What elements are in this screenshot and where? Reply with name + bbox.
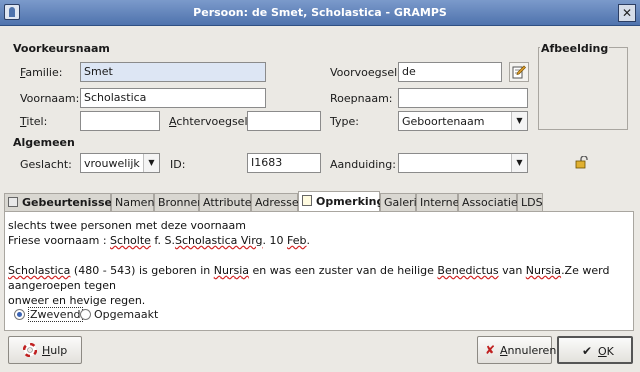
cancel-label: Annuleren [500, 344, 557, 357]
radio-selected-icon [14, 309, 25, 320]
note-text-run: Nursia [525, 264, 562, 277]
marker-label: Aanduiding: [330, 158, 396, 171]
chevron-down-icon[interactable]: ▼ [143, 154, 159, 172]
title-label-rest: itel: [26, 115, 48, 128]
note-text-run: Nursia [213, 264, 250, 277]
id-label: ID: [170, 158, 186, 171]
image-heading: Afbeelding [540, 42, 610, 55]
call-name-label: Roepnaam: [330, 92, 393, 105]
tab-associations[interactable]: Associaties [458, 193, 523, 211]
note-line-3: Scholastica (480 - 543) is geboren in Nu… [8, 263, 628, 293]
tab-bar: Gebeurtenissen Namen Bronnen Attributen … [4, 191, 634, 213]
tab-events-label: Gebeurtenissen [22, 196, 120, 209]
suffix-label-rest: chtervoegsel: [176, 115, 252, 128]
note-text-run: . [306, 234, 311, 247]
type-label: Type: [330, 115, 359, 128]
suffix-input[interactable] [247, 111, 321, 131]
tab-addresses[interactable]: Adressen [251, 193, 306, 211]
ok-label-rest: K [606, 345, 614, 358]
tab-names[interactable]: Namen [111, 193, 154, 211]
tab-gallery[interactable]: Galerij [380, 193, 420, 211]
note-text-run: en was een zuster van de heilige [249, 264, 438, 277]
help-label: Hulp [42, 344, 68, 357]
call-name-input[interactable] [398, 88, 528, 108]
edit-icon [512, 65, 526, 79]
image-frame[interactable] [538, 47, 628, 130]
window-title: Persoon: de Smet, Scholastica - GRAMPS [193, 6, 447, 19]
title-label: Titel: [20, 115, 48, 128]
cancel-label-rest: nnuleren [507, 344, 557, 357]
note-line-1: slechts twee personen met deze voornaam [8, 219, 246, 232]
given-label: Voornaam: [20, 92, 80, 105]
note-text-run: (480 - 543) is geboren in [70, 264, 214, 277]
note-text-run: Friese voornaam : [8, 234, 111, 247]
id-input[interactable]: I1683 [247, 153, 321, 173]
close-button[interactable]: ✕ [618, 4, 636, 22]
gender-combo[interactable]: vrouwelijk ▼ [80, 153, 160, 173]
radio-unselected-icon [80, 309, 91, 320]
note-line-4: onweer en hevige regen. [8, 294, 146, 307]
lifebuoy-icon [23, 343, 37, 357]
tab-events[interactable]: Gebeurtenissen [4, 193, 120, 211]
note-text-run: Scholastica Virg [174, 234, 263, 247]
tab-note-label: Opmerking [316, 195, 385, 208]
note-text-run: . 10 [262, 234, 288, 247]
tab-lds[interactable]: LDS [517, 193, 543, 211]
note-text-run: f. S. [150, 234, 175, 247]
prefix-label: Voorvoegsel: [330, 66, 401, 79]
events-tab-icon [8, 197, 18, 207]
ok-button[interactable]: ✔ OK [557, 336, 633, 364]
preferred-name-heading: Voorkeursnaam [13, 42, 110, 55]
tab-internet[interactable]: Internet [416, 193, 464, 211]
chevron-down-icon[interactable]: ▼ [511, 112, 527, 130]
title-input[interactable] [80, 111, 160, 131]
given-input[interactable]: Scholastica [80, 88, 266, 108]
gender-value: vrouwelijk [84, 157, 140, 170]
marker-combo[interactable]: ▼ [398, 153, 528, 173]
note-text[interactable]: slechts twee personen met deze voornaam … [8, 218, 628, 308]
gender-label: Geslacht: [20, 158, 72, 171]
cancel-icon: ✘ [485, 343, 496, 357]
ok-label: OK [598, 345, 614, 358]
tab-sources[interactable]: Bronnen [154, 193, 204, 211]
name-type-value: Geboortenaam [402, 115, 485, 128]
family-label-rest: amilie: [25, 66, 63, 79]
note-blank-line [8, 248, 628, 263]
note-text-run: Feb [287, 234, 307, 247]
cancel-button[interactable]: ✘ Annuleren [477, 336, 556, 364]
note-text-run: Scholastica [8, 264, 71, 277]
chevron-down-icon[interactable]: ▼ [511, 154, 527, 172]
name-type-combo[interactable]: Geboortenaam ▼ [398, 111, 528, 131]
tab-note[interactable]: Opmerking [298, 191, 384, 213]
flowed-radio-label: Zwevend [28, 307, 83, 322]
note-text-run: Benedictus [437, 264, 499, 277]
note-text-run: van [498, 264, 526, 277]
privacy-lock-icon[interactable] [575, 156, 589, 169]
family-input[interactable]: Smet [80, 62, 266, 82]
preformatted-radio-label: Opgemaakt [94, 308, 159, 321]
note-line-2: Friese voornaam : Scholte f. S.Scholasti… [8, 233, 628, 248]
prefix-input[interactable]: de [398, 62, 502, 82]
note-text-run: Scholte [110, 234, 151, 247]
family-label: Familie: [20, 66, 63, 79]
preformatted-radio[interactable]: Opgemaakt [80, 308, 158, 321]
general-heading: Algemeen [13, 136, 75, 149]
note-tab-icon [302, 195, 312, 206]
checkmark-icon: ✔ [582, 344, 593, 358]
help-label-rest: ulp [50, 344, 68, 357]
suffix-label: Achtervoegsel: [169, 115, 252, 128]
tab-attributes[interactable]: Attributen [199, 193, 259, 211]
help-button[interactable]: Hulp [8, 336, 82, 364]
edit-name-button[interactable] [509, 62, 529, 82]
title-bar: Persoon: de Smet, Scholastica - GRAMPS ✕ [0, 0, 640, 26]
flowed-radio[interactable]: Zwevend [14, 307, 83, 322]
